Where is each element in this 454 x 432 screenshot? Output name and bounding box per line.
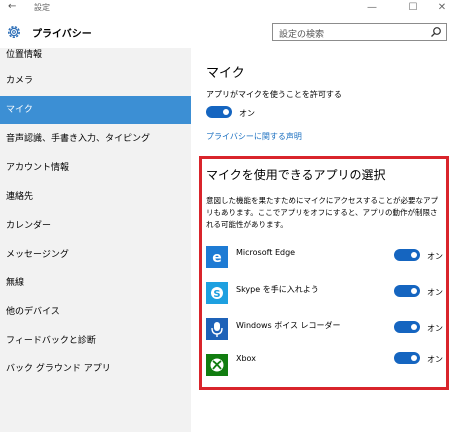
sidebar-item-camera[interactable]: カメラ — [0, 67, 191, 95]
sidebar-item-location[interactable]: 位置情報 — [0, 48, 191, 69]
app-name-xbox: Xbox — [236, 354, 256, 363]
title-bar: ← 設定 — ☐ ✕ — [0, 0, 454, 16]
sidebar-item-account-info[interactable]: アカウント情報 — [0, 154, 191, 182]
permission-state-label: オン — [239, 109, 255, 118]
skype-state-label: オン — [427, 288, 443, 297]
privacy-statement-link[interactable]: プライバシーに関する声明 — [206, 131, 302, 142]
sidebar-item-speech-inking-typing[interactable]: 音声認識、手書き入力、タイピング — [0, 125, 191, 153]
edge-state-label: オン — [427, 252, 443, 261]
toggle-knob — [411, 288, 417, 294]
sidebar-item-contacts[interactable]: 連絡先 — [0, 183, 191, 211]
sidebar: 位置情報 カメラ マイク 音声認識、手書き入力、タイピング アカウント情報 連絡… — [0, 48, 191, 432]
app-name-edge: Microsoft Edge — [236, 248, 296, 257]
edge-toggle[interactable] — [394, 249, 420, 261]
app-name-skype: Skype を手に入れよう — [236, 285, 319, 294]
svg-text:e: e — [212, 250, 222, 266]
skype-icon: S — [206, 282, 228, 304]
toggle-knob — [411, 252, 417, 258]
microphone-icon — [206, 318, 228, 340]
toggle-knob — [223, 109, 229, 115]
voice-recorder-toggle[interactable] — [394, 321, 420, 333]
header: プライバシー 設定の検索 — [0, 16, 454, 48]
sidebar-item-messaging[interactable]: メッセージング — [0, 241, 191, 269]
page-title: プライバシー — [32, 29, 92, 40]
svg-text:S: S — [213, 289, 220, 300]
skype-toggle[interactable] — [394, 285, 420, 297]
sidebar-item-background-apps[interactable]: バック グラウンド アプリ — [0, 355, 191, 383]
sidebar-item-other-devices[interactable]: 他のデバイス — [0, 298, 191, 326]
back-arrow-icon[interactable]: ← — [8, 1, 16, 12]
microphone-permission-toggle[interactable] — [206, 106, 232, 118]
permission-label: アプリがマイクを使うことを許可する — [206, 90, 342, 99]
apps-section-title: マイクを使用できるアプリの選択 — [206, 168, 386, 182]
sidebar-item-microphone[interactable]: マイク — [0, 96, 191, 124]
search-input[interactable]: 設定の検索 — [272, 23, 447, 41]
toggle-knob — [411, 355, 417, 361]
search-placeholder: 設定の検索 — [279, 30, 325, 40]
search-icon[interactable] — [430, 26, 442, 38]
voice-recorder-state-label: オン — [427, 324, 443, 333]
app-name-voice-recorder: Windows ボイス レコーダー — [236, 321, 341, 330]
maximize-button[interactable]: ☐ — [401, 0, 425, 16]
window-title: 設定 — [34, 3, 50, 12]
section-title: マイク — [206, 66, 245, 81]
sidebar-item-feedback-diagnostics[interactable]: フィードバックと診断 — [0, 327, 191, 355]
sidebar-item-radios[interactable]: 無線 — [0, 269, 191, 297]
sidebar-item-calendar[interactable]: カレンダー — [0, 212, 191, 240]
toggle-knob — [411, 324, 417, 330]
gear-icon — [8, 26, 20, 38]
close-button[interactable]: ✕ — [430, 0, 454, 16]
xbox-icon — [206, 354, 228, 376]
edge-icon: e — [206, 246, 228, 268]
xbox-toggle[interactable] — [394, 352, 420, 364]
minimize-button[interactable]: — — [360, 0, 384, 16]
apps-section-description: 意図した機能を果たすためにマイクにアクセスすることが必要なアプリもあります。ここ… — [206, 196, 438, 229]
xbox-state-label: オン — [427, 355, 443, 364]
